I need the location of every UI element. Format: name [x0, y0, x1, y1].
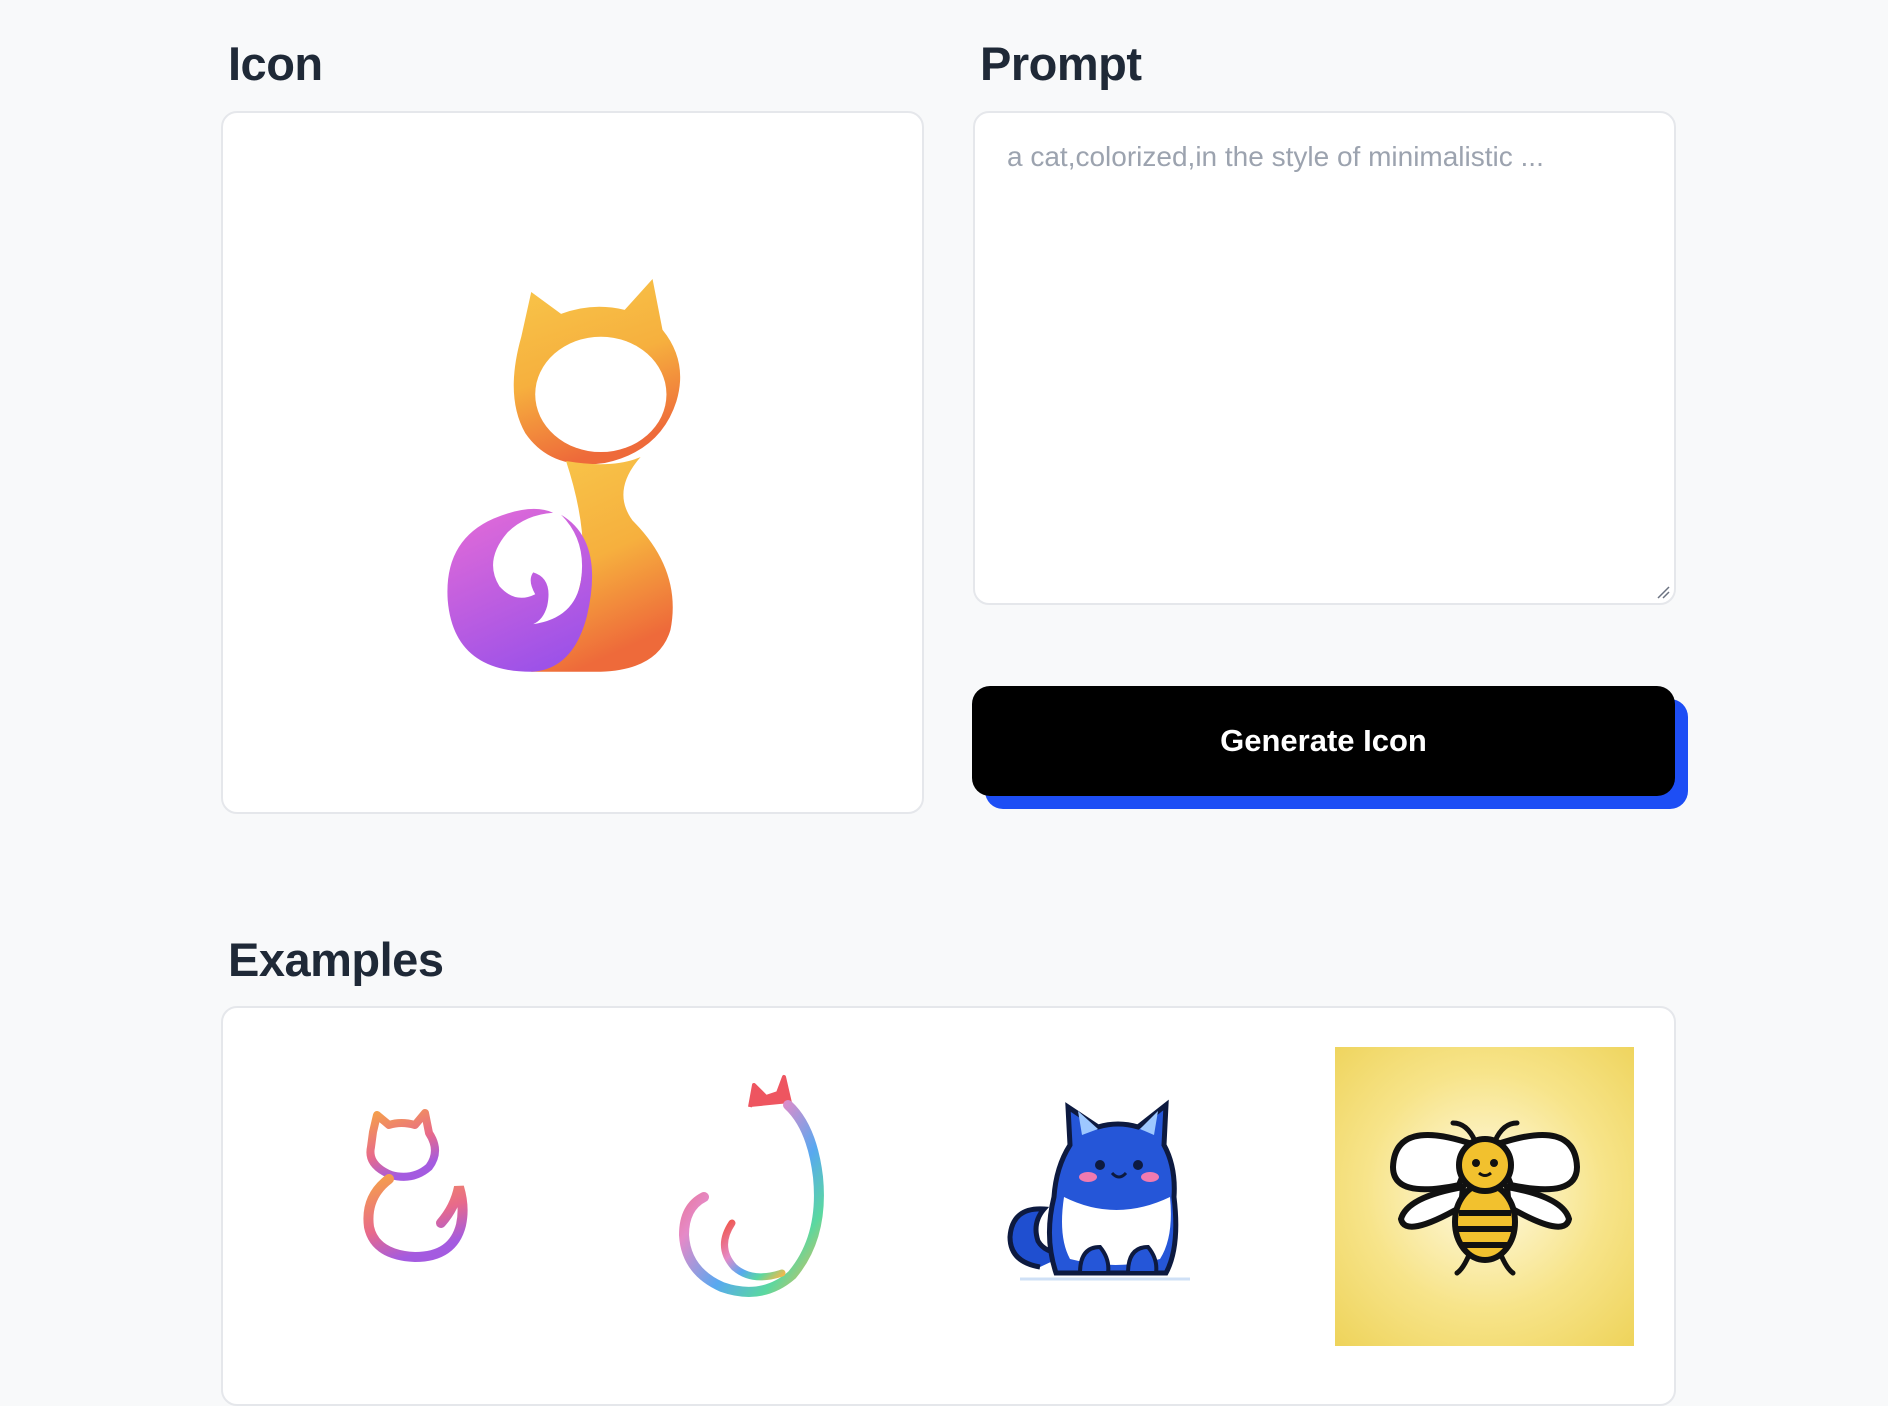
generated-cat-icon — [447, 279, 681, 672]
example-item[interactable] — [960, 1047, 1260, 1347]
example-item[interactable] — [612, 1047, 912, 1347]
prompt-heading: Prompt — [980, 37, 1142, 90]
blue-cat-cartoon-icon — [1007, 1099, 1190, 1281]
icon-preview-panel — [221, 111, 924, 814]
cat-rainbow-tail-icon — [678, 1075, 824, 1297]
generate-icon-button[interactable]: Generate Icon — [972, 686, 1675, 796]
example-item[interactable] — [265, 1047, 565, 1347]
resize-grip-icon[interactable] — [1656, 585, 1670, 599]
examples-heading: Examples — [228, 933, 444, 986]
icon-heading: Icon — [228, 37, 323, 90]
bee-cartoon-icon — [1389, 1120, 1581, 1276]
example-item[interactable] — [1335, 1047, 1634, 1346]
prompt-input[interactable] — [973, 111, 1676, 605]
cat-outline-gradient-icon — [363, 1109, 468, 1263]
